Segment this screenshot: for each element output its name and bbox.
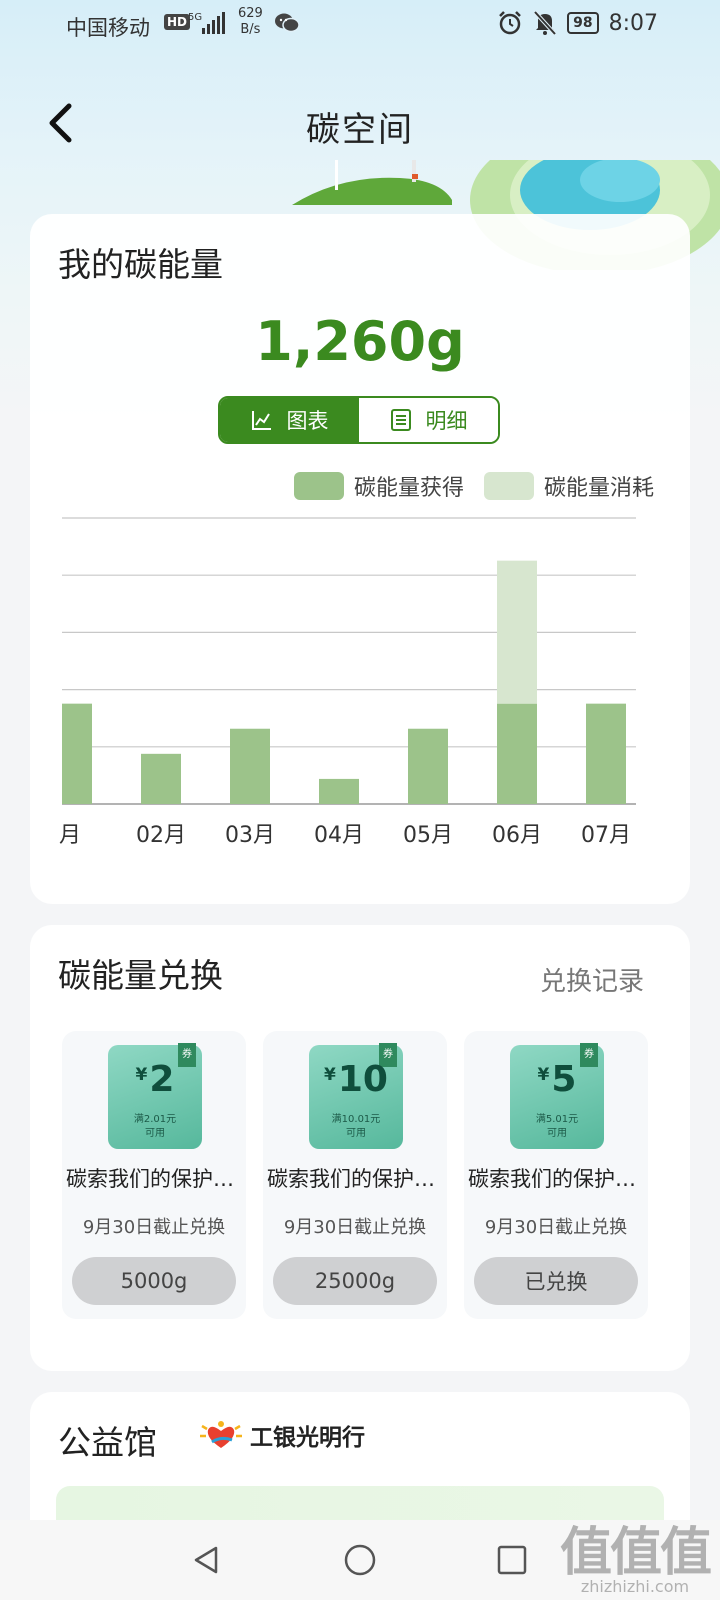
energy-exchange-card: 碳能量兑换 兑换记录 券 ¥2 满2.01元 可用 碳索我们的保护… 9月30日… [30, 925, 690, 1371]
coupon-name: 碳索我们的保护… [468, 1167, 636, 1191]
page-title: 碳空间 [306, 110, 414, 150]
status-right: 98 8:07 [497, 10, 658, 36]
legend-gained-label: 碳能量获得 [353, 476, 464, 501]
x-tick-label: 06月 [492, 823, 542, 848]
carrier-name: 中国移动 [66, 16, 150, 40]
coupon-threshold: 满5.01元 [535, 1114, 579, 1125]
bar-gained[interactable] [408, 728, 448, 804]
hd-badge: HD [164, 14, 191, 30]
legend-swatch-gained [293, 472, 344, 500]
energy-card-title: 我的碳能量 [58, 245, 223, 284]
carbon-energy-card: 我的碳能量 1,260g 图表 明细 碳能量获得 碳能量消耗 月 02月 03月… [30, 214, 690, 904]
coupon-deadline: 9月30日截止兑换 [484, 1217, 628, 1238]
wechat-icon [275, 13, 300, 33]
circle-home-icon [344, 1544, 376, 1576]
bar-gained[interactable] [497, 703, 537, 804]
partner-logo[interactable]: 工银光明行 [198, 1418, 365, 1452]
currency-symbol: ¥ [537, 1065, 550, 1085]
legend-swatch-consumed [483, 472, 534, 500]
x-tick-label: 03月 [225, 823, 275, 848]
watermark: 值值值 zhizhizhi.com [559, 1510, 712, 1596]
coupon-condition: 满2.01元 可用 [108, 1113, 202, 1141]
currency-symbol: ¥ [135, 1065, 148, 1085]
legend-gained: 碳能量获得 [293, 470, 464, 502]
coupon-usable: 可用 [547, 1128, 567, 1139]
coupon-usable: 可用 [145, 1128, 165, 1139]
triangle-back-icon [194, 1546, 218, 1574]
coupon-name: 碳索我们的保护… [66, 1167, 234, 1191]
bar-gained[interactable] [586, 703, 626, 804]
legend-consumed-label: 碳能量消耗 [543, 476, 654, 501]
coupon-threshold: 满2.01元 [133, 1114, 177, 1125]
heart-sun-logo-icon [200, 1421, 242, 1448]
tab-detail[interactable]: 明细 [359, 398, 498, 442]
coupon-deadline: 9月30日截止兑换 [283, 1217, 427, 1238]
square-recents-icon [497, 1545, 527, 1575]
coupon-amount: ¥5 [510, 1059, 604, 1100]
coupon-condition: 满10.01元 可用 [309, 1113, 403, 1141]
bar-gained[interactable] [319, 778, 359, 804]
legend-consumed: 碳能量消耗 [483, 470, 654, 502]
coupon-deadline: 9月30日截止兑换 [82, 1217, 226, 1238]
exchange-card-title: 碳能量兑换 [58, 956, 223, 995]
coupon-amount: ¥10 [309, 1059, 403, 1100]
redeemed-button[interactable]: 已兑换 [474, 1257, 638, 1305]
coupon-condition: 满5.01元 可用 [510, 1113, 604, 1141]
mute-bell-icon [533, 10, 557, 36]
coupon-amount-value: 10 [337, 1059, 388, 1100]
bar-consumed[interactable] [497, 560, 537, 704]
x-tick-label: 04月 [314, 823, 364, 848]
battery-level: 98 [567, 12, 599, 34]
coupon-ticket: 券 ¥10 满10.01元 可用 [309, 1043, 403, 1149]
coupon-name: 碳索我们的保护… [267, 1167, 435, 1191]
nav-recents-button[interactable] [492, 1540, 532, 1580]
x-tick-label: 05月 [403, 823, 453, 848]
clock: 8:07 [608, 10, 658, 36]
nav-header: 碳空间 [0, 88, 720, 160]
energy-bar-chart: 月 02月 03月 04月 05月 06月 07月 [59, 517, 636, 848]
currency-symbol: ¥ [324, 1065, 336, 1085]
bar-gained[interactable] [62, 703, 92, 804]
exchange-records-link[interactable]: 兑换记录 [540, 961, 644, 998]
coupon-ticket: 券 ¥2 满2.01元 可用 [108, 1043, 202, 1149]
chart-legend: 碳能量获得 碳能量消耗 [293, 470, 654, 502]
status-bar: 中国移动 HD 5G 629 B/s 98 8:07 [0, 0, 720, 52]
tab-detail-label: 明细 [425, 409, 468, 433]
coupon-amount-value: 2 [149, 1059, 175, 1100]
speed-value: 629 [238, 6, 263, 21]
x-tick-label: 月 [59, 823, 81, 848]
list-icon [390, 409, 411, 431]
redeem-button[interactable]: 5000g [72, 1257, 236, 1305]
bar-gained[interactable] [230, 728, 270, 804]
energy-total: 1,260g [255, 310, 465, 373]
watermark-logo: 值值值 [559, 1523, 712, 1583]
x-tick-label: 07月 [581, 823, 631, 848]
tab-chart-label: 图表 [286, 409, 329, 433]
tab-chart[interactable]: 图表 [220, 398, 359, 442]
signal-icon: 5G [188, 12, 225, 34]
x-tick-label: 02月 [136, 823, 186, 848]
coupon-amount: ¥2 [108, 1059, 202, 1100]
bar-gained[interactable] [141, 753, 181, 804]
line-chart-icon [251, 411, 271, 430]
coupon-card[interactable]: 券 ¥5 满5.01元 可用 碳索我们的保护… 9月30日截止兑换 已兑换 [464, 1031, 648, 1319]
coupon-threshold: 满10.01元 [331, 1114, 381, 1125]
charity-card-title: 公益馆 [58, 1423, 157, 1462]
coupon-card[interactable]: 券 ¥10 满10.01元 可用 碳索我们的保护… 9月30日截止兑换 2500… [263, 1031, 447, 1319]
coupon-amount-value: 5 [551, 1059, 577, 1100]
partner-name: 工银光明行 [250, 1425, 365, 1451]
redeem-button[interactable]: 25000g [273, 1257, 437, 1305]
watermark-url: zhizhizhi.com [580, 1577, 690, 1596]
nav-back-button[interactable] [186, 1540, 226, 1580]
speed-unit: B/s [240, 22, 261, 37]
coupon-ticket: 券 ¥5 满5.01元 可用 [510, 1043, 604, 1149]
view-toggle: 图表 明细 [218, 396, 500, 444]
nav-home-button[interactable] [340, 1540, 380, 1580]
alarm-icon [499, 11, 521, 35]
network-type: 5G [188, 12, 202, 23]
coupon-card[interactable]: 券 ¥2 满2.01元 可用 碳索我们的保护… 9月30日截止兑换 5000g [62, 1031, 246, 1319]
coupon-usable: 可用 [346, 1128, 366, 1139]
network-speed: 629 B/s [238, 6, 263, 38]
